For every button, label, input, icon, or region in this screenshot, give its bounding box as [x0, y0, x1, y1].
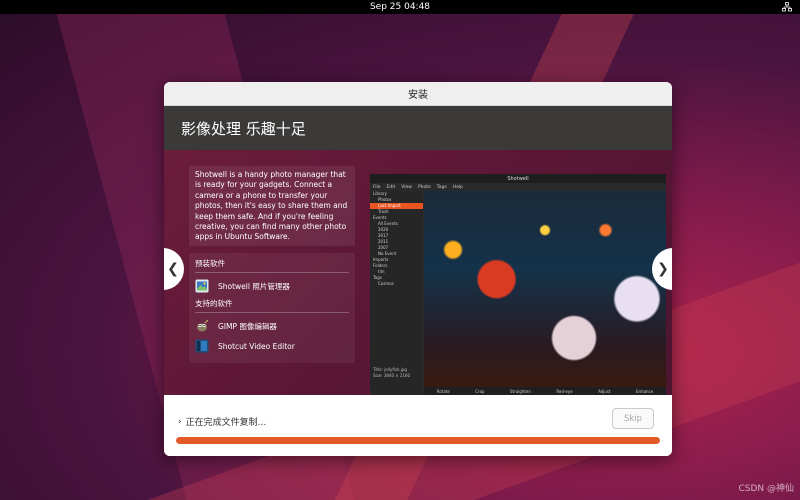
slide-heading: 影像处理 乐趣十足	[164, 106, 672, 150]
screenshot-tool: Straighten	[509, 388, 531, 394]
clock[interactable]: Sep 25 04:48	[370, 2, 430, 12]
screenshot-tool: Adjust	[598, 388, 611, 394]
top-bar: Sep 25 04:48	[0, 0, 800, 14]
watermark: CSDN @神仙	[738, 484, 794, 494]
app-item-gimp: GIMP 图像编辑器	[195, 316, 349, 336]
screenshot-titlebar: Shotwell	[370, 174, 666, 183]
photo-metadata: Title: jellyfish.jpg Size: 3840 × 2160	[373, 367, 410, 379]
screenshot-sidebar: Library Photos Last Import Trash Events All E…	[370, 191, 423, 395]
slide-description-text: Shotwell is a handy photo manager that i…	[195, 170, 348, 242]
app-name: GIMP 图像编辑器	[218, 321, 277, 331]
screenshot-menu-item: Help	[452, 184, 464, 190]
app-name: Shotcut Video Editor	[218, 341, 295, 351]
network-icon[interactable]	[782, 2, 792, 12]
screenshot-menu-item: Tags	[436, 184, 447, 190]
install-progress-fill	[176, 437, 660, 444]
jellyfish-photo	[424, 191, 666, 387]
shotcut-icon	[195, 339, 209, 353]
install-status-text: 正在完成文件复制...	[185, 418, 267, 428]
screenshot-sidebar-item: Cosmos	[378, 281, 394, 286]
window-title: 安装	[408, 90, 428, 101]
chevron-right-icon: ›	[178, 416, 182, 427]
slide-description: Shotwell is a handy photo manager that i…	[189, 166, 355, 246]
app-name: Shotwell 照片管理器	[218, 281, 290, 291]
screenshot-menubar: File Edit View Photo Tags Help	[370, 183, 666, 191]
installer-footer: › 正在完成文件复制... Skip	[164, 395, 672, 456]
app-item-shotcut: Shotcut Video Editor	[195, 336, 349, 356]
screenshot-tool: Red-eye	[556, 388, 573, 394]
slideshow: ❮ ❯ Shotwell is a handy photo manager th…	[164, 150, 672, 395]
screenshot-tool: Enhance	[636, 388, 654, 394]
install-progress-bar	[176, 437, 660, 444]
divider	[195, 312, 349, 313]
photo-size-line: Size: 3840 × 2160	[373, 373, 411, 378]
apps-panel: 预装软件 Shotwell 照片管理器 支持的软件 GIMP 图像编辑器 Sho…	[189, 253, 355, 363]
screenshot-menu-item: File	[373, 184, 381, 190]
install-status[interactable]: › 正在完成文件复制...	[178, 415, 267, 429]
skip-button[interactable]: Skip	[612, 408, 654, 429]
gimp-icon	[197, 319, 209, 332]
screenshot-toolbar: Rotate Crop Straighten Red-eye Adjust Enhance	[424, 387, 666, 395]
app-item-shotwell: Shotwell 照片管理器	[195, 276, 349, 296]
divider	[195, 272, 349, 273]
screenshot-tool: Crop	[475, 388, 485, 394]
slide-heading-text: 影像处理 乐趣十足	[181, 119, 306, 138]
chevron-right-icon: ❯	[657, 261, 669, 277]
screenshot-title: Shotwell	[507, 175, 529, 182]
screenshot-menu-item: View	[401, 184, 412, 190]
shotwell-screenshot: Shotwell File Edit View Photo Tags Help Libra…	[370, 174, 666, 395]
included-apps-label: 预装软件	[195, 259, 225, 268]
screenshot-tool: Rotate	[436, 388, 450, 394]
chevron-left-icon: ❮	[167, 261, 179, 277]
window-titlebar[interactable]: 安装	[164, 82, 672, 106]
screenshot-menu-item: Photo	[417, 184, 431, 190]
supported-apps-label: 支持的软件	[195, 299, 233, 308]
installer-window: 安装 影像处理 乐趣十足 ❮ ❯ Shotwell is a handy pho…	[164, 82, 672, 456]
shotwell-icon	[195, 279, 209, 293]
sidebar-list: Library Photos Last Import Trash Events All E…	[370, 191, 423, 287]
screenshot-menu-item: Edit	[386, 184, 396, 190]
